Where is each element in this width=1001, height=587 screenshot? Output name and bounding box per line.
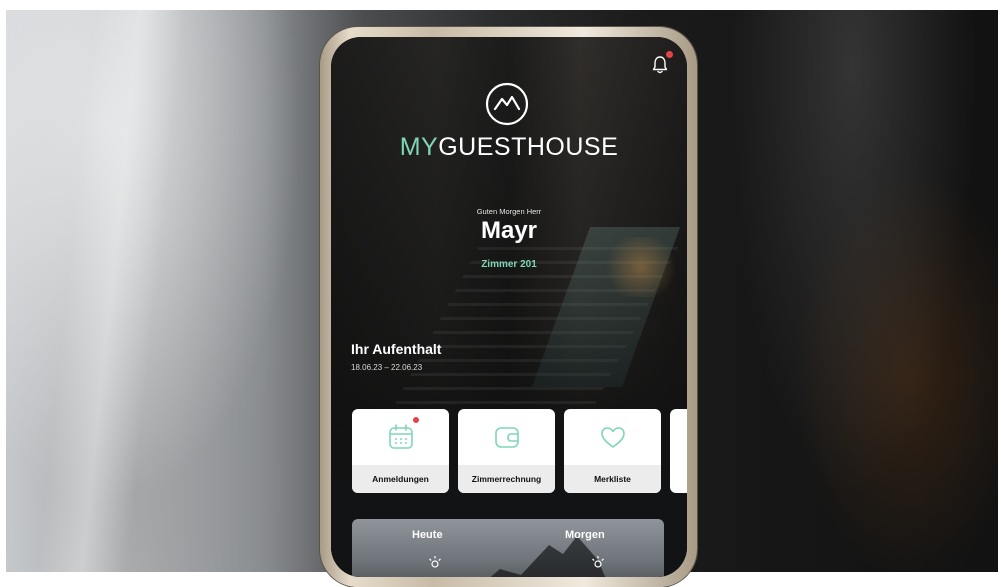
greeting-text: Guten Morgen Herr [476, 207, 542, 216]
mountain-logo-icon [485, 82, 529, 126]
brand-prefix: MY [399, 133, 439, 161]
brand-name: MYGUESTHOUSE [331, 133, 687, 162]
bell-icon[interactable] [651, 55, 669, 75]
card-anmeldungen[interactable]: Anmeldungen [352, 409, 449, 493]
card-label: Anmeldungen [352, 465, 449, 493]
card-merkliste[interactable]: Merkliste [564, 409, 661, 493]
sun-icon [592, 556, 604, 568]
wallet-icon [494, 427, 519, 448]
room-number: Zimmer 201 [481, 259, 537, 270]
weather-tomorrow-label: Morgen [565, 529, 605, 541]
stay-dates: 18.06.23 – 22.06.23 [351, 363, 423, 372]
card-zimmerrechnung[interactable]: Zimmerrechnung [458, 409, 555, 493]
stay-title: Ihr Aufenthalt [351, 341, 442, 357]
weather-today-label: Heute [412, 529, 443, 541]
card-label: Merkliste [564, 465, 661, 493]
card-next-partial[interactable] [670, 409, 687, 493]
heart-icon [600, 427, 625, 448]
calendar-badge [413, 417, 419, 423]
notification-badge [666, 51, 673, 58]
brand-suffix: GUESTHOUSE [438, 133, 619, 161]
blurred-right-backdrop [706, 10, 998, 572]
sun-icon [429, 556, 441, 568]
guest-name: Mayr [480, 217, 538, 244]
card-label: Zimmerrechnung [458, 465, 555, 493]
calendar-icon [388, 424, 413, 449]
phone-screen: MYGUESTHOUSE Guten Morgen Herr Mayr Zimm… [331, 37, 687, 577]
weather-widget[interactable]: Heute Morgen [352, 519, 664, 577]
